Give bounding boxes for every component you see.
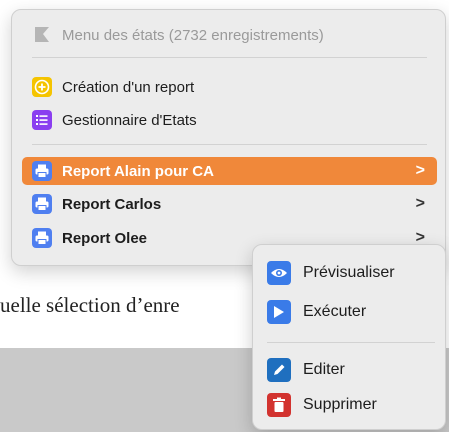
menu-item-report-alain[interactable]: Report Alain pour CA > xyxy=(22,157,437,185)
submenu-item-label: Prévisualiser xyxy=(303,264,395,281)
chevron-right-icon: > xyxy=(415,195,425,212)
submenu-item-delete[interactable]: Supprimer xyxy=(261,390,439,420)
menu-item-report-carlos[interactable]: Report Carlos > xyxy=(22,190,437,218)
divider xyxy=(32,144,427,145)
background-text: uelle sélection d’enre xyxy=(0,293,180,317)
submenu-item-label: Supprimer xyxy=(303,396,377,413)
menu-item-label: Report Olee xyxy=(62,229,148,247)
menu-item-report-manager[interactable]: Gestionnaire d'Etats xyxy=(22,106,437,134)
eye-icon xyxy=(267,261,291,285)
context-menu: Menu des états (2732 enregistrements) Cr… xyxy=(11,9,446,266)
menu-item-label: Report Alain pour CA xyxy=(62,162,214,180)
divider xyxy=(32,57,427,58)
list-icon xyxy=(32,110,52,130)
printer-icon xyxy=(32,161,52,181)
report-submenu: Prévisualiser Exécuter Editer Supprimer xyxy=(252,244,446,430)
chevron-right-icon: > xyxy=(415,162,425,179)
submenu-item-edit[interactable]: Editer xyxy=(261,355,439,385)
flag-icon xyxy=(32,25,52,45)
printer-icon xyxy=(32,194,52,214)
menu-header: Menu des états (2732 enregistrements) xyxy=(22,21,437,49)
printer-icon xyxy=(32,228,52,248)
menu-item-label: Création d'un report xyxy=(62,78,195,96)
divider xyxy=(267,342,435,343)
play-icon xyxy=(267,300,291,324)
pencil-icon xyxy=(267,358,291,382)
menu-item-create-report[interactable]: Création d'un report xyxy=(22,73,437,101)
menu-item-label: Gestionnaire d'Etats xyxy=(62,111,197,129)
menu-item-label: Report Carlos xyxy=(62,195,162,213)
plus-circle-icon xyxy=(32,77,52,97)
trash-icon xyxy=(267,393,291,417)
submenu-item-preview[interactable]: Prévisualiser xyxy=(261,258,439,288)
submenu-item-execute[interactable]: Exécuter xyxy=(261,297,439,327)
menu-header-label: Menu des états (2732 enregistrements) xyxy=(62,26,324,44)
submenu-item-label: Exécuter xyxy=(303,303,367,320)
submenu-item-label: Editer xyxy=(303,361,345,378)
